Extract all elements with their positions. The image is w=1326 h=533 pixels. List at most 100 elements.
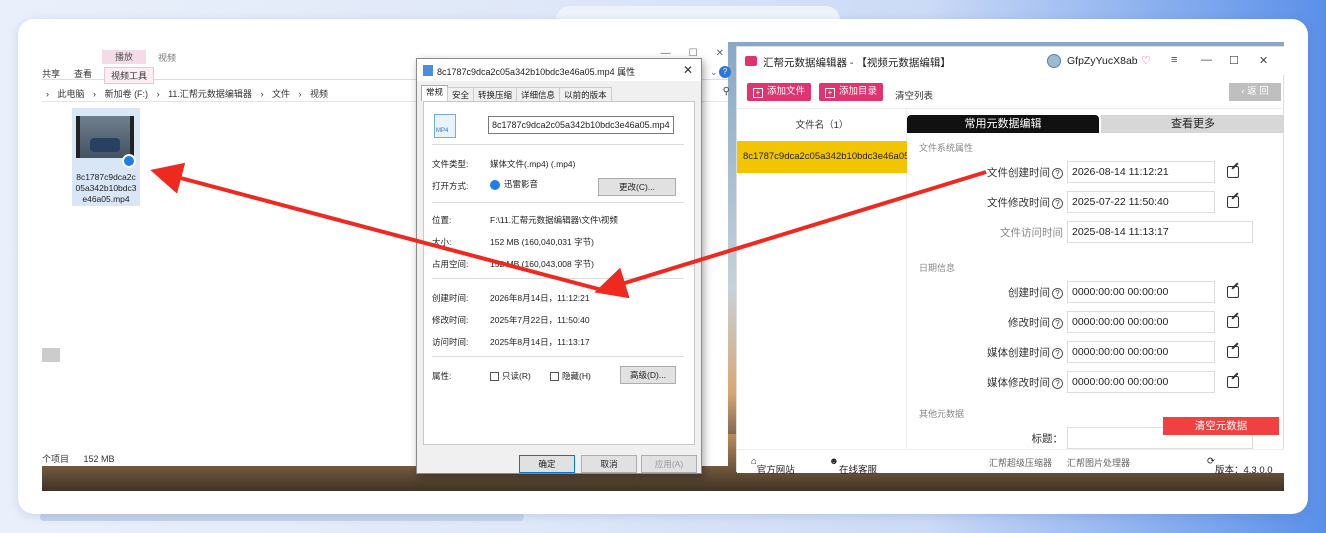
ribbon-tab-play[interactable]: 播放 bbox=[102, 50, 146, 64]
ribbon-share[interactable]: 共享 bbox=[42, 67, 60, 80]
edit-icon[interactable] bbox=[1227, 196, 1239, 208]
breadcrumb-item[interactable]: 此电脑 bbox=[58, 89, 85, 99]
close-icon[interactable]: ✕ bbox=[716, 48, 724, 59]
created-value: 2026年8月14日，11:12:21 bbox=[490, 293, 590, 303]
file-icon bbox=[423, 65, 433, 76]
file-thumbnail[interactable]: 8c1787c9dca2c05a342b10bdc3e46a05.mp4 bbox=[72, 108, 140, 206]
breadcrumb-item[interactable]: 新加卷 (F:) bbox=[105, 89, 149, 99]
file-created-input[interactable]: 2026-08-14 11:12:21 bbox=[1067, 161, 1215, 183]
field-label: 修改时间? bbox=[923, 315, 1063, 330]
tab-security[interactable]: 安全 bbox=[447, 87, 475, 101]
help-icon[interactable]: ? bbox=[719, 66, 731, 78]
ribbon-view[interactable]: 查看 bbox=[74, 67, 92, 80]
breadcrumb-item[interactable]: 文件 bbox=[272, 89, 290, 99]
tab-general[interactable]: 常规 bbox=[421, 85, 449, 101]
chevron-right-icon: › bbox=[93, 89, 97, 99]
dialog-titlebar: 8c1787c9dca2c05a342b10bdc3e46a05.mp4 属性 … bbox=[417, 59, 701, 81]
hidden-label[interactable]: 隐藏(H) bbox=[562, 370, 591, 382]
chevron-right-icon: › bbox=[260, 89, 264, 99]
player-badge-icon bbox=[122, 154, 136, 168]
help-icon[interactable]: ? bbox=[1052, 318, 1063, 329]
help-icon[interactable]: ? bbox=[1052, 378, 1063, 389]
chevron-right-icon: › bbox=[156, 89, 160, 99]
field-label: 媒体创建时间? bbox=[923, 345, 1063, 360]
section-date-info: 日期信息 bbox=[919, 263, 956, 273]
mp4-file-icon: MP4 bbox=[434, 114, 456, 138]
menu-icon[interactable]: ≡ bbox=[1171, 54, 1177, 66]
status-bar: 个项目 152 MB bbox=[42, 452, 127, 465]
close-icon[interactable]: ✕ bbox=[683, 63, 693, 77]
readonly-checkbox[interactable] bbox=[490, 372, 499, 381]
file-name-field[interactable]: 8c1787c9dca2c05a342b10bdc3e46a05.mp4 bbox=[488, 116, 674, 134]
tab-convert[interactable]: 转换压缩 bbox=[473, 87, 518, 101]
clear-metadata-button[interactable]: 清空元数据 bbox=[1163, 417, 1279, 435]
tab-view-more[interactable]: 查看更多 bbox=[1101, 115, 1284, 133]
app-titlebar: 汇帮元数据编辑器 - 【视频元数据编辑】 GfpZyYucX8ab ♡ ≡ — … bbox=[737, 47, 1284, 75]
close-icon[interactable]: ✕ bbox=[1259, 54, 1268, 67]
help-icon[interactable]: ? bbox=[1052, 288, 1063, 299]
change-button[interactable]: 更改(C)... bbox=[598, 178, 676, 196]
breadcrumb-item[interactable]: 视频 bbox=[310, 89, 328, 99]
image-processor-link[interactable]: 汇帮图片处理器 bbox=[1067, 456, 1130, 469]
minimize-icon[interactable]: — bbox=[1201, 54, 1212, 66]
app-toolbar: + 添加文件 + 添加目录 清空列表 ‹ 返 回 bbox=[737, 77, 1284, 109]
modified-time-input[interactable]: 0000:00:00 00:00:00 bbox=[1067, 311, 1215, 333]
official-site-link[interactable]: ⌂ 官方网站 bbox=[751, 456, 795, 476]
edit-icon[interactable] bbox=[1227, 376, 1239, 388]
apply-button[interactable]: 应用(A) bbox=[641, 455, 697, 473]
add-file-button[interactable]: + 添加文件 bbox=[747, 83, 812, 101]
chevron-down-icon[interactable]: ⌄ bbox=[710, 67, 718, 78]
player-app-icon bbox=[490, 179, 500, 190]
ribbon-tab-video[interactable]: 视频 bbox=[158, 51, 176, 64]
file-modified-input[interactable]: 2025-07-22 11:50:40 bbox=[1067, 191, 1215, 213]
open-with-value: 迅雷影音 bbox=[490, 178, 538, 190]
disk-size-label: 占用空间: bbox=[432, 259, 469, 269]
search-icon[interactable]: ⚲ bbox=[723, 86, 730, 97]
app-footer: ⌂ 官方网站 ☻ 在线客服 汇帮超级压缩器 汇帮图片处理器 ⟳ 版本：4.3.0… bbox=[737, 449, 1284, 476]
field-label: 文件访问时间 bbox=[1000, 227, 1063, 239]
disk-size-value: 152 MB (160,043,008 字节) bbox=[490, 259, 594, 269]
help-icon[interactable]: ? bbox=[1052, 198, 1063, 209]
advanced-button[interactable]: 高级(D)... bbox=[620, 366, 676, 384]
edit-icon[interactable] bbox=[1227, 316, 1239, 328]
avatar[interactable] bbox=[1047, 54, 1061, 68]
maximize-icon[interactable]: ☐ bbox=[1229, 54, 1239, 67]
add-directory-button[interactable]: + 添加目录 bbox=[819, 83, 884, 101]
online-service-link[interactable]: ☻ 在线客服 bbox=[829, 456, 877, 476]
tab-common-metadata[interactable]: 常用元数据编辑 bbox=[907, 115, 1099, 133]
field-label: 创建时间? bbox=[923, 285, 1063, 300]
cancel-button[interactable]: 取消 bbox=[581, 455, 637, 473]
ok-button[interactable]: 确定 bbox=[519, 455, 575, 473]
divider bbox=[432, 278, 684, 279]
file-accessed-input[interactable]: 2025-08-14 11:13:17 bbox=[1067, 221, 1253, 243]
clear-list-button[interactable]: 清空列表 bbox=[895, 88, 933, 102]
help-icon[interactable]: ? bbox=[1052, 168, 1063, 179]
edit-icon[interactable] bbox=[1227, 346, 1239, 358]
back-button[interactable]: ‹ 返 回 bbox=[1229, 83, 1281, 101]
field-label: 文件修改时间? bbox=[923, 195, 1063, 210]
version-label: ⟳ 版本：4.3.0.0 bbox=[1207, 456, 1273, 476]
tab-details[interactable]: 详细信息 bbox=[516, 87, 561, 101]
size-label: 大小: bbox=[432, 237, 452, 247]
edit-icon[interactable] bbox=[1227, 166, 1239, 178]
desktop-screenshot: 播放 视频 — ☐ ✕ 共享 查看 视频工具 ⌄ ? › 此电脑 › 新加卷 (… bbox=[42, 42, 1284, 491]
modified-value: 2025年7月22日，11:50:40 bbox=[490, 315, 590, 325]
modified-label: 修改时间: bbox=[432, 315, 469, 325]
compressor-link[interactable]: 汇帮超级压缩器 bbox=[989, 456, 1052, 469]
help-icon[interactable]: ? bbox=[1052, 348, 1063, 359]
edit-icon[interactable] bbox=[1227, 286, 1239, 298]
hidden-checkbox[interactable] bbox=[550, 372, 559, 381]
username[interactable]: GfpZyYucX8ab bbox=[1067, 55, 1138, 67]
media-modified-input[interactable]: 0000:00:00 00:00:00 bbox=[1067, 371, 1215, 393]
media-created-input[interactable]: 0000:00:00 00:00:00 bbox=[1067, 341, 1215, 363]
created-time-input[interactable]: 0000:00:00 00:00:00 bbox=[1067, 281, 1215, 303]
created-label: 创建时间: bbox=[432, 293, 469, 303]
location-label: 位置: bbox=[432, 215, 452, 225]
file-list-panel: 文件名（1） 8c1787c9dca2c05a342b10bdc3e46a05.… bbox=[737, 109, 907, 449]
tab-previous-versions[interactable]: 以前的版本 bbox=[559, 87, 612, 101]
section-other-metadata: 其他元数据 bbox=[919, 409, 965, 419]
readonly-label[interactable]: 只读(R) bbox=[502, 370, 531, 382]
list-item[interactable]: 8c1787c9dca2c05a342b10bdc3e46a05.mp4 bbox=[737, 141, 907, 173]
add-file-icon: + bbox=[753, 88, 763, 98]
breadcrumb-item[interactable]: 11.汇帮元数据编辑器 bbox=[168, 89, 252, 99]
